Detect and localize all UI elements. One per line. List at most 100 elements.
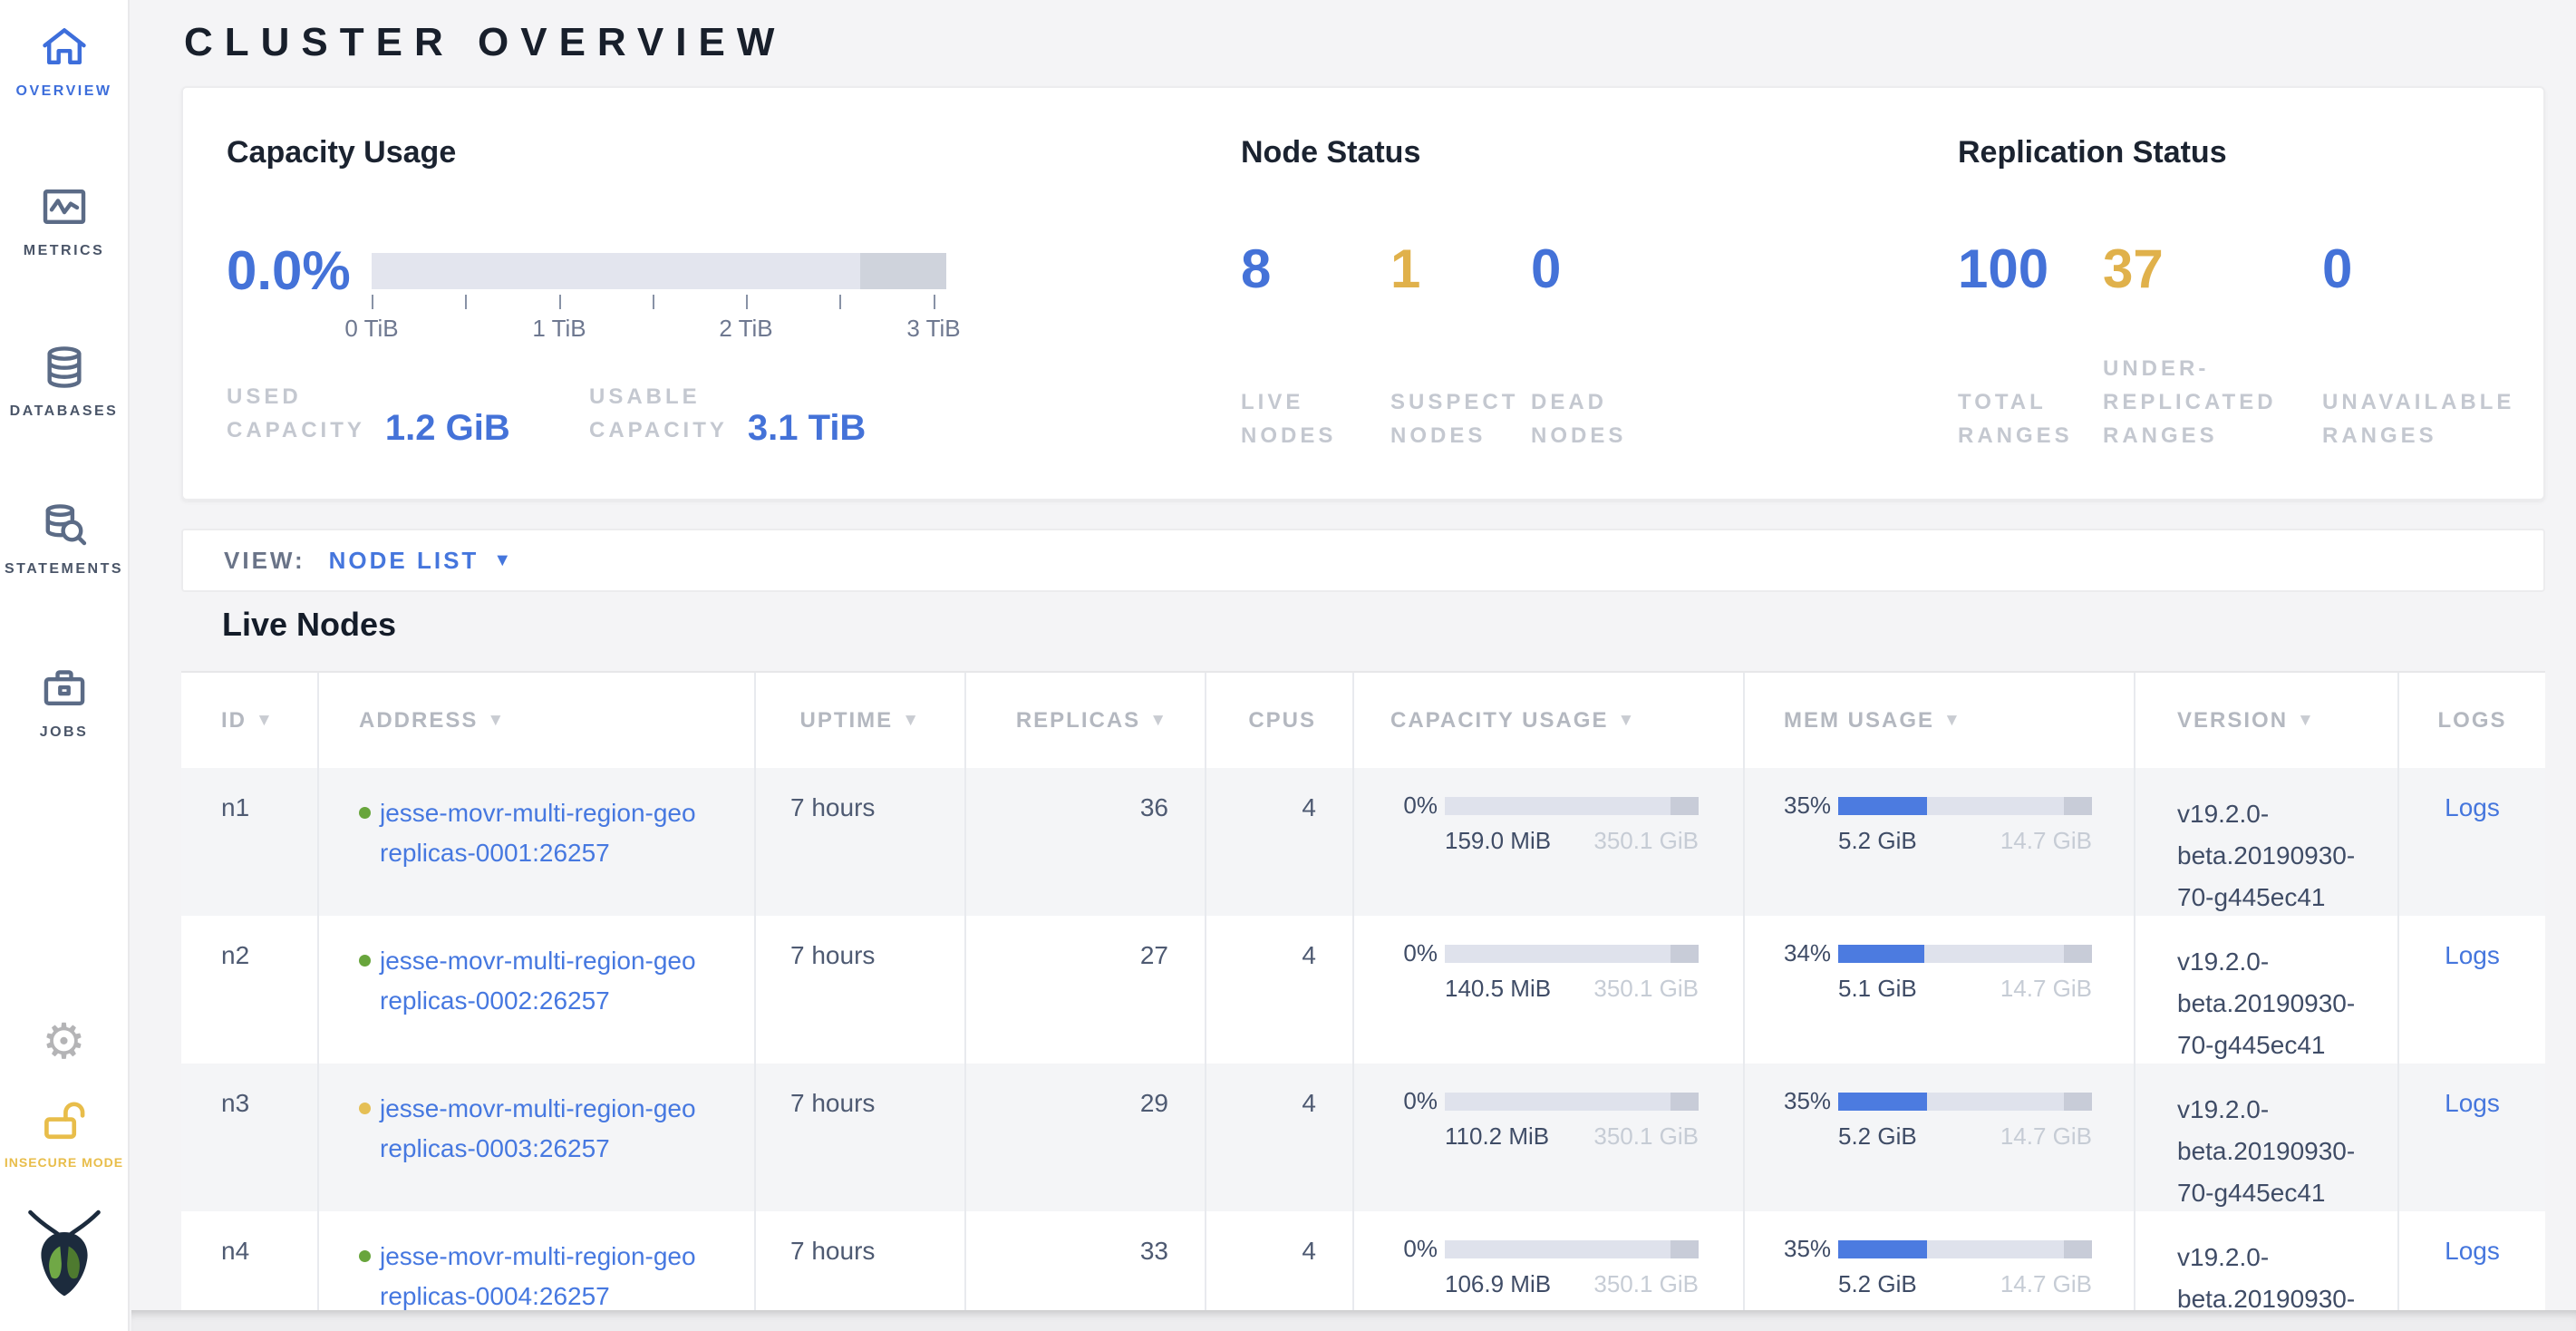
node-address-link[interactable]: replicas-0003:26257 [380,1134,610,1162]
column-header-uptime[interactable]: UPTIME▼ [756,673,966,768]
node-replicas-cell: 33 [966,1211,1206,1310]
column-header-mem-usage[interactable]: MEM USAGE▼ [1745,673,2135,768]
capacity-usage-bar: 0 TiB 1 TiB 2 TiB 3 TiB [372,253,946,342]
node-logs-cell: Logs [2399,1211,2545,1310]
metrics-icon [0,181,128,234]
sidebar-item-label: DATABASES [0,403,128,420]
node-capacity-usage-cell: 0% 159.0 MiB 350.1 GiB [1354,768,1745,916]
node-mem-usage-cell: 35% 5.2 GiB 14.7 GiB [1745,1211,2135,1310]
sidebar-item-databases[interactable]: DATABASES [0,342,128,420]
capacity-usage-title: Capacity Usage [227,135,456,170]
sidebar-item-label: OVERVIEW [0,83,128,100]
capacity-axis-labels: 0 TiB 1 TiB 2 TiB 3 TiB [372,315,946,342]
sort-desc-icon: ▼ [1617,711,1636,731]
node-logs-cell: Logs [2399,768,2545,916]
node-status-dot [359,807,371,819]
used-capacity-stat: USED CAPACITY 1.2 GiB [227,380,510,447]
dead-nodes-label: DEAD NODES [1531,385,1694,452]
capacity-axis-ticks [372,295,946,313]
node-address-link[interactable]: jesse-movr-multi-region-geo [380,947,696,975]
node-uptime-cell: 7 hours [756,1211,966,1310]
table-row: n1 jesse-movr-multi-region-geo replicas-… [181,768,2545,916]
unavailable-ranges-stat: 0 UNAVAILABLE RANGES [2322,242,2522,452]
sort-desc-icon: ▼ [2297,711,2316,731]
unlock-icon [0,1095,128,1148]
node-uptime-cell: 7 hours [756,916,966,1064]
node-mem-usage-cell: 35% 5.2 GiB 14.7 GiB [1745,768,2135,916]
live-nodes-table: ID▼ ADDRESS▼ UPTIME▼ REPLICAS▼ CPUS CAPA… [181,671,2545,1310]
page-title: CLUSTER OVERVIEW [184,20,786,65]
column-header-logs: LOGS [2399,673,2545,768]
sidebar-item-metrics[interactable]: METRICS [0,181,128,259]
column-header-replicas[interactable]: REPLICAS▼ [966,673,1206,768]
node-mem-usage-cell: 35% 5.2 GiB 14.7 GiB [1745,1064,2135,1211]
column-header-id[interactable]: ID▼ [181,673,319,768]
sidebar-item-overview[interactable]: OVERVIEW [0,22,128,100]
cluster-overview-page: OVERVIEW METRICS DATABASES [0,0,2576,1331]
node-address-link[interactable]: replicas-0001:26257 [380,839,610,867]
logs-link[interactable]: Logs [2445,941,2500,969]
viewport-bottom-cutoff [131,1310,2576,1331]
mem-usage-bar [1838,1240,2092,1258]
cockroachdb-logo[interactable] [0,1206,128,1308]
node-address-link[interactable]: jesse-movr-multi-region-geo [380,799,696,827]
sidebar: OVERVIEW METRICS DATABASES [0,0,130,1331]
databases-icon [0,342,128,394]
capacity-usage-percent: 0.0% [227,244,351,298]
capacity-usage-bar [1445,1240,1699,1258]
sort-desc-icon: ▼ [1149,711,1168,731]
node-mem-usage-cell: 34% 5.1 GiB 14.7 GiB [1745,916,2135,1064]
node-address-link[interactable]: replicas-0004:26257 [380,1282,610,1310]
sidebar-item-jobs[interactable]: JOBS [0,663,128,741]
column-header-version[interactable]: VERSION▼ [2135,673,2399,768]
insecure-mode-indicator: INSECURE MODE [0,1095,128,1170]
node-version-cell: v19.2.0-beta.20190930-70-g445ec41 [2135,1211,2399,1310]
column-header-capacity-usage[interactable]: CAPACITY USAGE▼ [1354,673,1745,768]
node-id-cell: n4 [181,1211,319,1310]
capacity-reserved-segment [860,253,946,289]
column-header-address[interactable]: ADDRESS▼ [319,673,756,768]
node-status-dot [359,955,371,967]
sort-desc-icon: ▼ [1943,711,1962,731]
jobs-icon [0,663,128,715]
capacity-usage-bar [1445,1093,1699,1111]
view-selector[interactable]: NODE LIST ▼ [329,547,511,575]
table-row: n4 jesse-movr-multi-region-geo replicas-… [181,1211,2545,1310]
total-ranges-stat: 100 TOTAL RANGES [1958,242,2103,452]
dead-nodes-stat: 0 DEAD NODES [1531,242,1694,452]
node-replicas-cell: 29 [966,1064,1206,1211]
node-version-cell: v19.2.0-beta.20190930-70-g445ec41 [2135,768,2399,916]
logs-link[interactable]: Logs [2445,793,2500,821]
node-logs-cell: Logs [2399,916,2545,1064]
node-status-title: Node Status [1241,135,1420,170]
node-address-cell: jesse-movr-multi-region-geo replicas-000… [319,768,756,916]
column-header-cpus[interactable]: CPUS [1206,673,1354,768]
usable-capacity-value: 3.1 TiB [748,408,866,449]
mem-usage-bar [1838,797,2092,815]
mem-usage-bar [1838,945,2092,963]
usable-capacity-stat: USABLE CAPACITY 3.1 TiB [589,380,866,447]
node-address-link[interactable]: jesse-movr-multi-region-geo [380,1094,696,1122]
node-replicas-cell: 27 [966,916,1206,1064]
settings-button[interactable]: ⚙ [0,1017,128,1066]
node-address-link[interactable]: jesse-movr-multi-region-geo [380,1242,696,1270]
node-address-link[interactable]: replicas-0002:26257 [380,986,610,1015]
live-nodes-stat: 8 LIVE NODES [1241,242,1390,452]
logs-link[interactable]: Logs [2445,1237,2500,1265]
capacity-usage-bar [1445,797,1699,815]
insecure-mode-label: INSECURE MODE [0,1155,128,1170]
sidebar-item-statements[interactable]: STATEMENTS [0,500,128,578]
used-capacity-label: USED CAPACITY [227,380,365,447]
node-replicas-cell: 36 [966,768,1206,916]
node-cpus-cell: 4 [1206,1211,1354,1310]
sidebar-item-label: JOBS [0,724,128,741]
node-status-dot [359,1103,371,1114]
dead-nodes-value: 0 [1531,242,1694,296]
replication-status-stats: 100 TOTAL RANGES 37 UNDER- REPLICATED RA… [1958,242,2522,452]
sort-desc-icon: ▼ [256,711,275,731]
sort-desc-icon: ▼ [902,711,921,731]
logs-link[interactable]: Logs [2445,1089,2500,1117]
node-status-dot [359,1250,371,1262]
node-capacity-usage-cell: 0% 140.5 MiB 350.1 GiB [1354,916,1745,1064]
gear-icon: ⚙ [42,1015,85,1069]
